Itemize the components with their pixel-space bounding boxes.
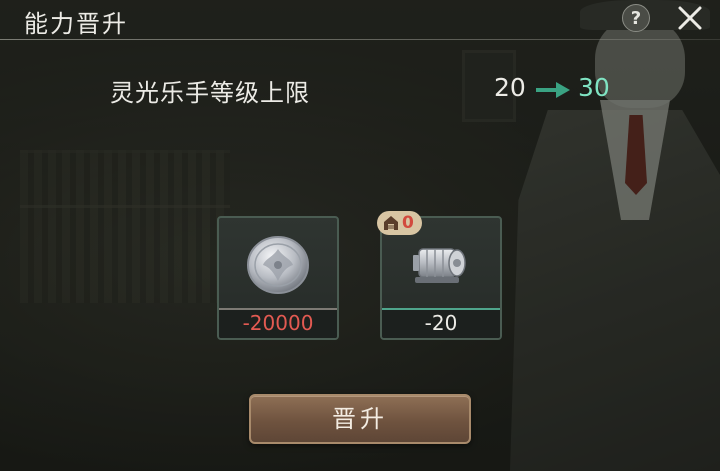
stock-count: 0 xyxy=(402,213,414,233)
header: 能力晋升 ? xyxy=(0,0,720,40)
level-cap-label: 灵光乐手等级上限 xyxy=(110,79,310,107)
page-title: 能力晋升 xyxy=(24,10,128,38)
arrow-right-icon xyxy=(536,82,570,98)
cost-value-part: -20 xyxy=(424,311,458,335)
upgrade-screen: 能力晋升 ? 灵光乐手等级上限 20 30 -20000 -20 0 晋升 xyxy=(0,0,720,471)
machine-part-icon xyxy=(413,248,466,283)
upgrade-button[interactable]: 晋升 xyxy=(249,394,471,444)
help-button[interactable]: ? xyxy=(622,4,650,32)
stock-badge: 0 xyxy=(377,211,422,235)
close-button[interactable] xyxy=(674,2,706,34)
level-cap-next: 30 xyxy=(578,73,610,102)
cost-amount-coin: -20000 xyxy=(219,308,337,338)
header-divider xyxy=(0,39,720,40)
warehouse-icon xyxy=(384,216,398,230)
cost-item-coin[interactable]: -20000 xyxy=(217,216,339,340)
cost-amount-part: -20 xyxy=(382,308,500,338)
coin-art xyxy=(219,218,337,310)
level-cap-current: 20 xyxy=(494,73,526,102)
silver-coin-icon xyxy=(247,236,309,294)
close-icon xyxy=(678,6,702,30)
cost-value-coin: -20000 xyxy=(242,311,314,335)
